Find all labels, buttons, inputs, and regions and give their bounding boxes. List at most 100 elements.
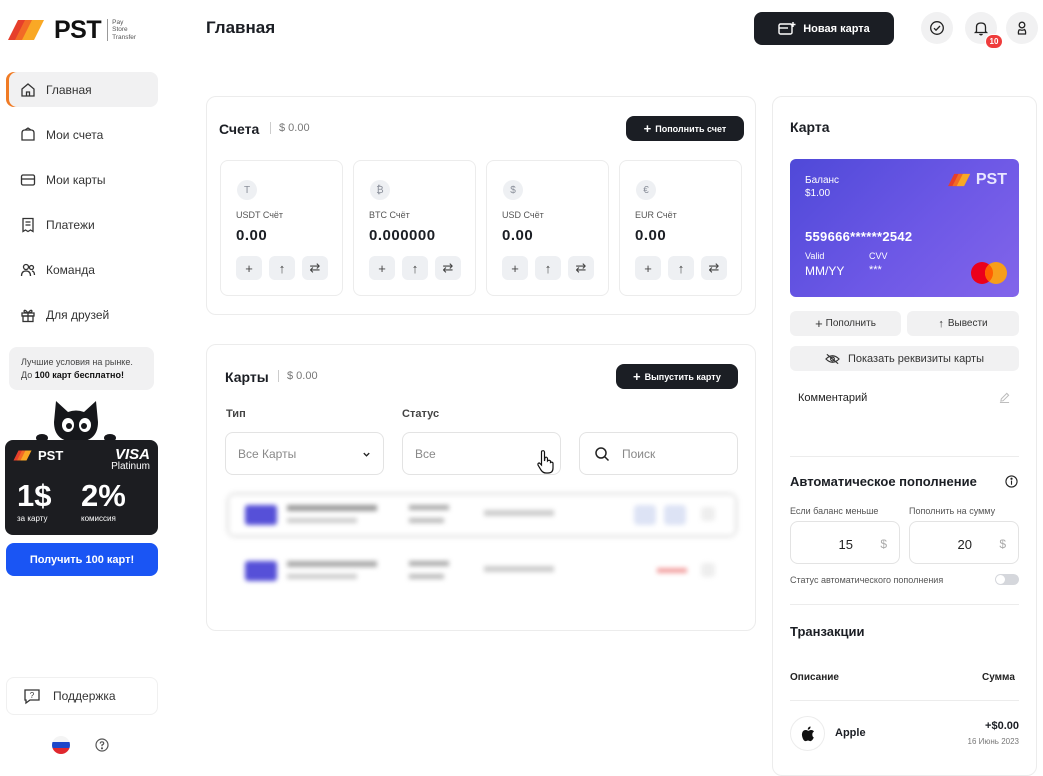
card-panel-title: Карта [790, 119, 830, 135]
euro-icon: € [636, 180, 656, 200]
get-100-cards-button[interactable]: Получить 100 карт! [6, 543, 158, 576]
mastercard-logo-icon [971, 262, 1007, 284]
transactions-title: Транзакции [790, 624, 865, 639]
cards-title: Карты [225, 369, 269, 385]
promo-card: PST VISA Platinum 1$ за карту 2% комисси… [5, 440, 158, 535]
sidebar-item-team[interactable]: Команда [6, 252, 158, 287]
sidebar-item-accounts[interactable]: Мои счета [6, 117, 158, 152]
receipt-icon [22, 217, 34, 233]
promo-stat-2-value: 2% [81, 478, 126, 513]
transaction-row[interactable]: Apple +$0.00 16 Июнь 2023 [790, 715, 1019, 751]
sidebar-item-friends[interactable]: Для друзей [6, 297, 158, 332]
account-add-button[interactable]: + [502, 256, 528, 280]
search-placeholder: Поиск [622, 446, 656, 461]
promo-stat-1-label: за карту [17, 514, 48, 523]
cat-mascot-icon [36, 401, 116, 442]
svg-text:?: ? [30, 691, 35, 700]
account-card-usdt[interactable]: T USDT Счёт 0.00 + ↑ ⇄ [220, 160, 343, 296]
new-card-button[interactable]: Новая карта [754, 12, 894, 45]
bell-icon [973, 22, 989, 36]
pst-logo-icon [13, 450, 32, 461]
card-topup-button[interactable]: + Пополнить [790, 311, 901, 336]
auto-topup-toggle[interactable] [995, 574, 1019, 585]
sidebar-item-home[interactable]: Главная [6, 72, 158, 107]
credit-card-icon [20, 173, 36, 186]
account-label: BTC Счёт [369, 210, 410, 220]
verified-button[interactable] [921, 12, 953, 44]
tether-icon: T [237, 180, 257, 200]
transaction-date: 16 Июнь 2023 [967, 737, 1019, 746]
if-balance-less-input[interactable]: 15 $ [790, 521, 900, 564]
account-card-eur[interactable]: € EUR Счёт 0.00 + ↑ ⇄ [619, 160, 742, 296]
plus-icon: + [633, 369, 641, 384]
pst-logo-icon [8, 20, 44, 40]
type-filter-value: Все Карты [238, 446, 297, 461]
table-row[interactable] [229, 495, 735, 535]
sidebar-item-cards[interactable]: Мои карты [6, 162, 158, 197]
account-balance: 0.000000 [369, 227, 436, 244]
account-add-button[interactable]: + [369, 256, 395, 280]
help-icon[interactable] [95, 738, 109, 752]
profile-button[interactable] [1006, 12, 1038, 44]
search-icon [595, 446, 610, 461]
edit-icon[interactable] [999, 392, 1010, 403]
support-button[interactable]: ? Поддержка [6, 677, 158, 715]
if-balance-less-label: Если баланс меньше [790, 506, 879, 516]
plus-icon: + [815, 316, 823, 331]
type-filter-label: Тип [226, 408, 246, 420]
account-exchange-button[interactable]: ⇄ [701, 256, 727, 280]
promo-stat-2-label: комиссия [81, 514, 116, 523]
account-withdraw-button[interactable]: ↑ [535, 256, 561, 280]
account-card-usd[interactable]: $ USD Счёт 0.00 + ↑ ⇄ [486, 160, 609, 296]
promo-stat-1-value: 1$ [17, 478, 52, 513]
card-withdraw-button[interactable]: ↑ Вывести [907, 311, 1019, 336]
topup-account-button[interactable]: + Пополнить счет [626, 116, 744, 141]
home-icon [21, 82, 35, 97]
team-icon [20, 263, 36, 276]
card-cvv-value: *** [869, 264, 882, 276]
sidebar-item-label: Главная [46, 82, 92, 97]
account-exchange-button[interactable]: ⇄ [568, 256, 594, 280]
account-exchange-button[interactable]: ⇄ [302, 256, 328, 280]
topup-account-label: Пополнить счет [655, 123, 727, 134]
notification-badge: 10 [985, 34, 1003, 49]
accounts-total: $ 0.00 [279, 122, 310, 134]
transaction-amount: +$0.00 [985, 720, 1019, 732]
account-card-btc[interactable]: ₿ BTC Счёт 0.000000 + ↑ ⇄ [353, 160, 476, 296]
account-add-button[interactable]: + [635, 256, 661, 280]
sidebar-item-label: Для друзей [46, 307, 110, 322]
status-filter-label: Статус [402, 408, 440, 420]
account-withdraw-button[interactable]: ↑ [269, 256, 295, 280]
account-add-button[interactable]: + [236, 256, 262, 280]
promo-card-brand: PST [38, 448, 64, 463]
add-card-icon [778, 21, 796, 35]
account-label: USDT Счёт [236, 210, 284, 220]
status-filter-value: Все [415, 446, 436, 461]
card-comment-field[interactable]: Комментарий [798, 392, 867, 404]
eye-off-icon [825, 353, 840, 364]
show-card-details-button[interactable]: Показать реквизиты карты [790, 346, 1019, 371]
brand-logo[interactable]: PST Pay Store Transfer [8, 14, 148, 46]
selected-bank-card[interactable]: Баланс $1.00 PST 559666******2542 Valid … [790, 159, 1019, 297]
hand-cursor-icon [537, 450, 554, 474]
account-withdraw-button[interactable]: ↑ [402, 256, 428, 280]
issue-card-button[interactable]: + Выпустить карту [616, 364, 738, 389]
card-cvv-label: CVV [869, 251, 888, 261]
russia-flag-icon[interactable] [52, 736, 70, 754]
card-valid-label: Valid [805, 251, 825, 261]
account-label: USD Счёт [502, 210, 544, 220]
sidebar-item-payments[interactable]: Платежи [6, 207, 158, 242]
topup-amount-input[interactable]: 20 $ [909, 521, 1019, 564]
gift-icon [21, 309, 35, 322]
search-input[interactable]: Поиск [579, 432, 738, 475]
account-withdraw-button[interactable]: ↑ [668, 256, 694, 280]
accounts-panel: Счета $ 0.00 + Пополнить счет T USDT Счё… [206, 96, 756, 315]
promo-card-tier: Platinum [111, 461, 150, 472]
arrow-up-icon: ↑ [938, 317, 944, 330]
table-row[interactable] [229, 551, 735, 591]
auto-topup-status-label: Статус автоматического пополнения [790, 575, 944, 585]
type-filter-select[interactable]: Все Карты [225, 432, 384, 475]
account-exchange-button[interactable]: ⇄ [435, 256, 461, 280]
auto-topup-title: Автоматическое пополнение [790, 474, 977, 489]
info-icon[interactable] [1005, 475, 1018, 488]
